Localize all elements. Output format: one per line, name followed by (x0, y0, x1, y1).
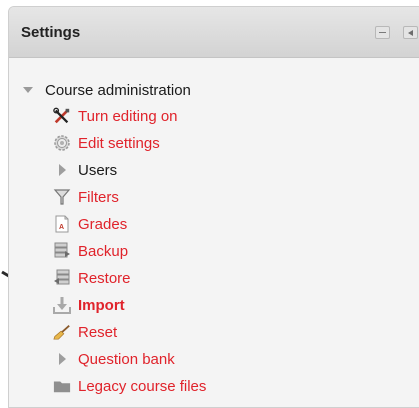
course-administration-node[interactable]: Course administration (23, 80, 191, 100)
menu-item-users[interactable]: Users (53, 159, 117, 181)
dock-block-button[interactable] (403, 26, 418, 39)
menu-item-backup[interactable]: Backup (53, 240, 128, 262)
settings-block: Settings Course administration Turn edit… (8, 6, 419, 408)
menu-item-label: Turn editing on (78, 107, 178, 125)
menu-item-filters[interactable]: Filters (53, 186, 119, 208)
menu-item-label: Edit settings (78, 134, 160, 152)
menu-item-label: Filters (78, 188, 119, 206)
menu-item-label: Question bank (78, 350, 175, 368)
expand-arrow-icon[interactable] (53, 161, 71, 179)
folder-icon (53, 377, 71, 395)
menu-item-label: Legacy course files (78, 377, 207, 395)
restore-icon (53, 269, 71, 287)
expand-arrow-icon[interactable] (53, 350, 71, 368)
gear-icon (53, 134, 71, 152)
grades-icon: A (53, 215, 71, 233)
menu-item-label: Import (78, 296, 125, 314)
menu-item-label: Reset (78, 323, 118, 341)
menu-item-label: Grades (78, 215, 128, 233)
menu-item-label: Backup (78, 242, 129, 260)
import-icon (53, 296, 71, 314)
menu-item-edit-settings[interactable]: Edit settings (53, 132, 160, 154)
menu-item-legacy-course-files[interactable]: Legacy course files (53, 375, 206, 397)
menu-item-import[interactable]: Import (53, 294, 125, 316)
backup-icon (53, 242, 71, 260)
menu-item-restore[interactable]: Restore (53, 267, 131, 289)
menu-item-reset[interactable]: Reset (53, 321, 117, 343)
menu-item-label: Users (78, 161, 118, 179)
menu-item-question-bank[interactable]: Question bank (53, 348, 175, 370)
menu-item-turn-editing-on[interactable]: Turn editing on (53, 105, 178, 127)
collapse-block-button[interactable] (375, 26, 390, 39)
block-header: Settings (9, 7, 419, 58)
filter-icon (53, 188, 71, 206)
block-title: Settings (21, 23, 81, 41)
menu-item-grades[interactable]: A Grades (53, 213, 127, 235)
menu-item-label: Restore (78, 269, 131, 287)
course-administration-label: Course administration (45, 81, 191, 99)
collapse-arrow-icon[interactable] (23, 87, 33, 93)
tools-icon (53, 107, 71, 125)
broom-icon (53, 323, 71, 341)
svg-text:A: A (59, 224, 64, 231)
